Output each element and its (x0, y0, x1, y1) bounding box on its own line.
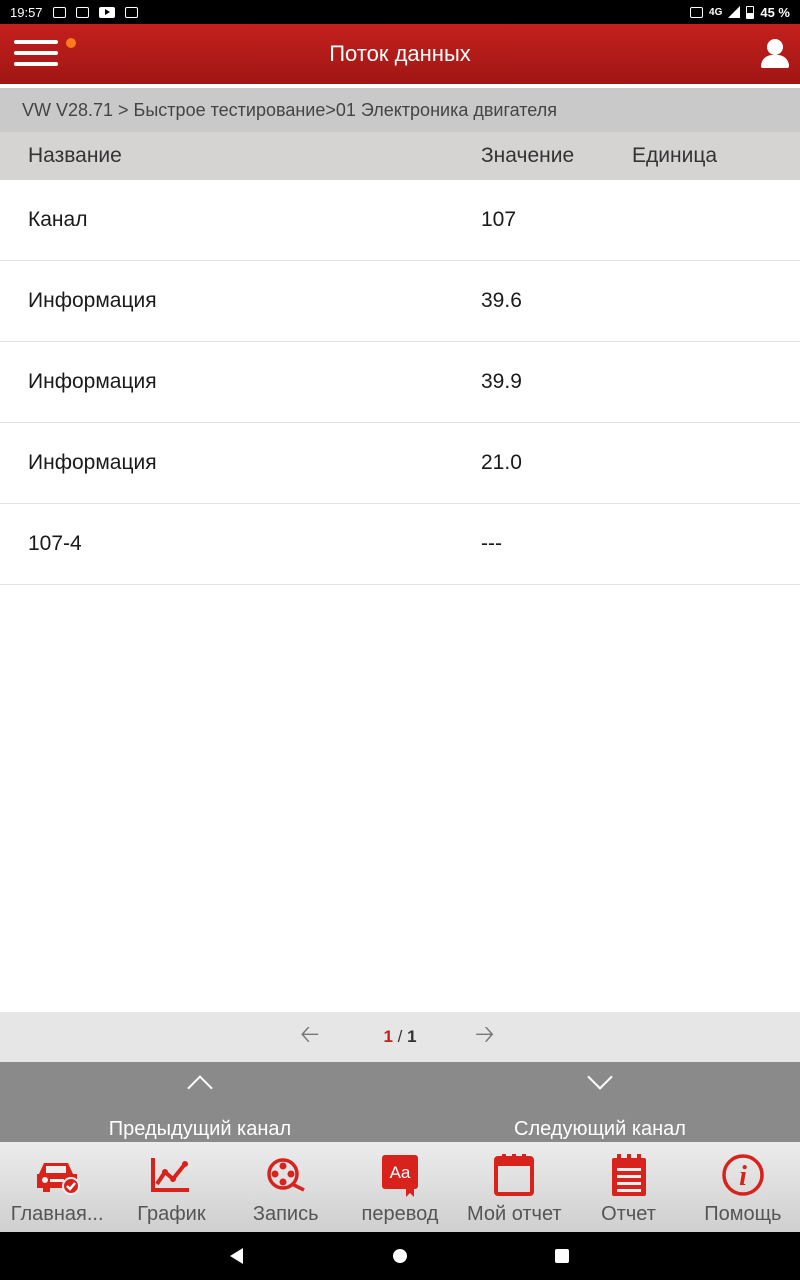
nav-record[interactable]: Запись (229, 1142, 343, 1232)
vibrate-icon (690, 6, 704, 18)
status-bar: 19:57 4G 45 % (0, 0, 800, 24)
app-bar: Поток данных (0, 24, 800, 84)
nav-translate-label: перевод (361, 1203, 439, 1225)
row-name: Информация (28, 289, 157, 312)
svg-text:Aa: Aa (390, 1163, 411, 1182)
screenshot-icon (124, 6, 138, 18)
nav-graph-label: График (137, 1203, 206, 1225)
table-header: Название Значение Единица (0, 132, 800, 180)
breadcrumb: VW V28.71 > Быстрое тестирование>01 Элек… (0, 88, 800, 132)
info-icon: i (722, 1154, 764, 1196)
hamburger-icon-line (14, 62, 58, 66)
user-icon-head (767, 39, 783, 55)
pager: 🡠 1 / 1 🡢 (0, 1012, 800, 1062)
signal-icon (728, 6, 741, 18)
row-name: Информация (28, 370, 157, 393)
prev-page-arrow-icon[interactable]: 🡠 (300, 1017, 319, 1058)
chevron-down-icon (587, 1064, 613, 1090)
network-type: 4G (709, 6, 723, 18)
nav-graph[interactable]: График (114, 1142, 228, 1232)
system-navigation-bar (0, 1232, 800, 1280)
previous-channel-button[interactable]: Предыдущий канал (0, 1062, 400, 1142)
nav-help-label: Помощь (704, 1203, 782, 1225)
current-page: 1 (383, 1027, 393, 1046)
user-icon-body (761, 55, 789, 68)
next-channel-label: Следующий канал (514, 1118, 686, 1140)
channel-navigation: Предыдущий канал Следующий канал (0, 1062, 800, 1142)
hamburger-icon-line (14, 51, 58, 55)
notification-dot (66, 38, 76, 48)
row-value: --- (481, 532, 502, 555)
page-indicator: 1 / 1 (383, 1027, 416, 1047)
svg-text:i: i (739, 1161, 747, 1192)
nav-help[interactable]: i Помощь (686, 1142, 800, 1232)
table-row[interactable]: Информация 39.9 (0, 342, 800, 423)
notepad-icon (611, 1154, 646, 1196)
graph-icon (151, 1158, 190, 1192)
previous-channel-label: Предыдущий канал (108, 1118, 292, 1140)
row-value: 39.9 (481, 370, 522, 393)
bottom-toolbar: Главная... График Запись Aa перевод Мой … (0, 1142, 800, 1232)
row-value: 107 (481, 208, 517, 231)
recent-apps-icon[interactable] (555, 1249, 569, 1263)
nav-report-label: Отчет (601, 1203, 656, 1225)
header-unit: Единица (632, 144, 718, 167)
notification-icon (75, 6, 89, 18)
total-pages: 1 (407, 1027, 417, 1046)
row-value: 21.0 (481, 451, 522, 474)
back-icon[interactable] (230, 1248, 243, 1264)
nav-translate[interactable]: Aa перевод (343, 1142, 457, 1232)
film-reel-icon (266, 1158, 305, 1192)
page-separator: / (392, 1027, 408, 1046)
menu-button[interactable] (14, 40, 58, 72)
battery-level: 45 % (760, 4, 790, 20)
nav-home-label: Главная... (10, 1203, 104, 1225)
chevron-up-icon (187, 1075, 213, 1101)
row-name: 107-4 (28, 532, 82, 555)
gallery-icon (52, 6, 66, 18)
nav-report[interactable]: Отчет (571, 1142, 685, 1232)
table-row[interactable]: Информация 21.0 (0, 423, 800, 504)
user-profile-button[interactable] (760, 37, 790, 69)
youtube-icon (98, 6, 115, 18)
header-value: Значение (481, 144, 575, 167)
table-row[interactable]: Канал 107 (0, 180, 800, 261)
nav-record-label: Запись (252, 1203, 319, 1225)
nav-home[interactable]: Главная... (0, 1142, 114, 1232)
row-name: Информация (28, 451, 157, 474)
calendar-report-icon (494, 1154, 535, 1196)
battery-icon (746, 5, 755, 19)
row-value: 39.6 (481, 289, 522, 312)
next-page-arrow-icon[interactable]: 🡢 (475, 1017, 494, 1058)
home-icon[interactable] (393, 1249, 407, 1263)
row-name: Канал (28, 208, 88, 231)
data-table: Канал 107 Информация 39.6 Информация 39.… (0, 180, 800, 585)
hamburger-icon-line (14, 40, 58, 44)
page-title: Поток данных (329, 41, 471, 66)
translate-book-icon: Aa (381, 1155, 418, 1197)
clock: 19:57 (10, 4, 43, 20)
next-channel-button[interactable]: Следующий канал (400, 1062, 800, 1142)
table-row[interactable]: 107-4 --- (0, 504, 800, 585)
car-check-icon (37, 1163, 81, 1195)
table-row[interactable]: Информация 39.6 (0, 261, 800, 342)
header-name: Название (28, 144, 122, 167)
nav-my-report-label: Мой отчет (466, 1203, 562, 1225)
nav-my-report[interactable]: Мой отчет (457, 1142, 571, 1232)
